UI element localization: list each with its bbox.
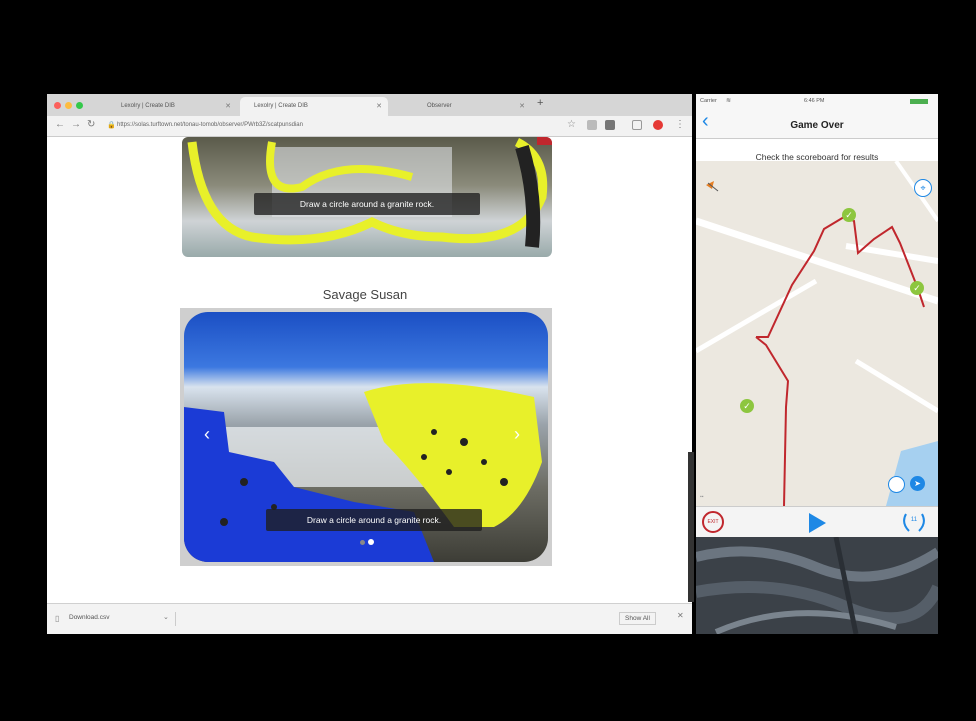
start-flag-icon bbox=[706, 181, 719, 192]
nav-bar: ‹ Game Over bbox=[696, 108, 938, 139]
maximize-window-button[interactable] bbox=[76, 102, 83, 109]
download-bar: ▯ Download.csv ⌄ Show All ✕ bbox=[47, 603, 692, 634]
next-slide-icon[interactable]: › bbox=[514, 424, 520, 445]
battery-icon bbox=[910, 99, 928, 104]
map-view[interactable]: ✓ ✓ ✓ ⌖ ➤ ▪▪ bbox=[696, 161, 938, 506]
wifi-icon: ≋ bbox=[726, 98, 732, 104]
map-attribution: ▪▪ bbox=[700, 494, 704, 500]
url-field[interactable]: https://solas.turftown.net/tonau-tomob/o… bbox=[117, 119, 517, 132]
minimize-window-button[interactable] bbox=[65, 102, 72, 109]
locate-me-icon[interactable]: ➤ bbox=[910, 476, 925, 491]
download-item[interactable]: ▯ Download.csv ⌄ bbox=[55, 612, 176, 626]
game-toolbar: EXIT 11 bbox=[696, 506, 938, 537]
rock-texture-image bbox=[696, 536, 938, 634]
clock-label: 6:46 PM bbox=[804, 98, 825, 104]
tab-lexolry-2[interactable]: Lexolry | Create DIB ✕ bbox=[240, 97, 388, 116]
lock-icon: 🔒 bbox=[107, 122, 116, 129]
checkpoint-marker-icon[interactable]: ✓ bbox=[910, 281, 924, 295]
chevron-down-icon[interactable]: ⌄ bbox=[163, 613, 169, 621]
slide-dot[interactable] bbox=[360, 540, 365, 545]
caption-bottom: Draw a circle around a granite rock. bbox=[266, 509, 482, 531]
layers-icon[interactable] bbox=[888, 476, 905, 493]
exit-badge[interactable]: EXIT bbox=[702, 511, 724, 533]
tab-observer[interactable]: Observer ✕ bbox=[391, 97, 531, 116]
scrollbar[interactable] bbox=[688, 452, 694, 602]
extension-icon[interactable] bbox=[587, 120, 597, 130]
checkpoint-marker-icon[interactable]: ✓ bbox=[842, 208, 856, 222]
laurel-badge-icon[interactable]: 11 bbox=[901, 511, 927, 533]
tab-bar: Lexolry | Create DIB ✕ Lexolry | Create … bbox=[47, 94, 692, 116]
map-canvas bbox=[696, 161, 938, 506]
compass-icon[interactable]: ⌖ bbox=[914, 179, 932, 197]
menu-icon[interactable]: ⋮ bbox=[675, 119, 685, 130]
forward-arrow-icon[interactable]: → bbox=[71, 119, 81, 130]
play-icon[interactable] bbox=[807, 512, 827, 534]
caption-top: Draw a circle around a granite rock. bbox=[254, 193, 480, 215]
download-filename: Download.csv bbox=[69, 614, 110, 621]
tab-label: Lexolry | Create DIB bbox=[121, 103, 175, 109]
tab-label: Lexolry | Create DIB bbox=[254, 103, 308, 109]
back-arrow-icon[interactable]: ← bbox=[55, 119, 65, 130]
close-tab-icon[interactable]: ✕ bbox=[376, 97, 382, 116]
browser-window: Lexolry | Create DIB ✕ Lexolry | Create … bbox=[47, 94, 692, 634]
close-tab-icon[interactable]: ✕ bbox=[519, 97, 525, 116]
close-window-button[interactable] bbox=[54, 102, 61, 109]
tab-lexolry-1[interactable]: Lexolry | Create DIB ✕ bbox=[107, 97, 237, 116]
close-download-bar-icon[interactable]: ✕ bbox=[677, 611, 684, 620]
rock-texture bbox=[696, 536, 938, 634]
screen-title: Game Over bbox=[790, 120, 844, 131]
checkpoint-marker-icon[interactable]: ✓ bbox=[740, 399, 754, 413]
extension-icon[interactable] bbox=[605, 120, 615, 130]
player-heading: Savage Susan bbox=[322, 287, 408, 302]
slide-dot-active[interactable] bbox=[368, 539, 374, 545]
granite-photo-top: Draw a circle around a granite rock. bbox=[182, 137, 552, 257]
address-bar: ← → ↻ 🔒 https://solas.turftown.net/tonau… bbox=[47, 116, 692, 137]
carrier-label: Carrier bbox=[700, 98, 717, 104]
previous-slide-icon[interactable]: ‹ bbox=[204, 424, 210, 445]
page-content: Draw a circle around a granite rock. Sav… bbox=[47, 137, 692, 603]
phone-screen: Carrier ≋ 6:46 PM ‹ Game Over Check the … bbox=[696, 94, 938, 634]
close-tab-icon[interactable]: ✕ bbox=[225, 97, 231, 116]
star-icon[interactable]: ☆ bbox=[567, 119, 576, 130]
granite-photo: ‹ › Draw a circle around a granite rock. bbox=[184, 312, 548, 562]
profile-avatar[interactable] bbox=[653, 120, 663, 130]
file-icon: ▯ bbox=[55, 614, 60, 623]
new-tab-button[interactable]: + bbox=[537, 97, 543, 109]
show-all-button[interactable]: Show All bbox=[619, 612, 656, 625]
score-count: 11 bbox=[910, 517, 918, 523]
reload-icon[interactable]: ↻ bbox=[87, 119, 95, 130]
cast-icon[interactable] bbox=[632, 120, 642, 130]
tab-label: Observer bbox=[427, 103, 452, 109]
